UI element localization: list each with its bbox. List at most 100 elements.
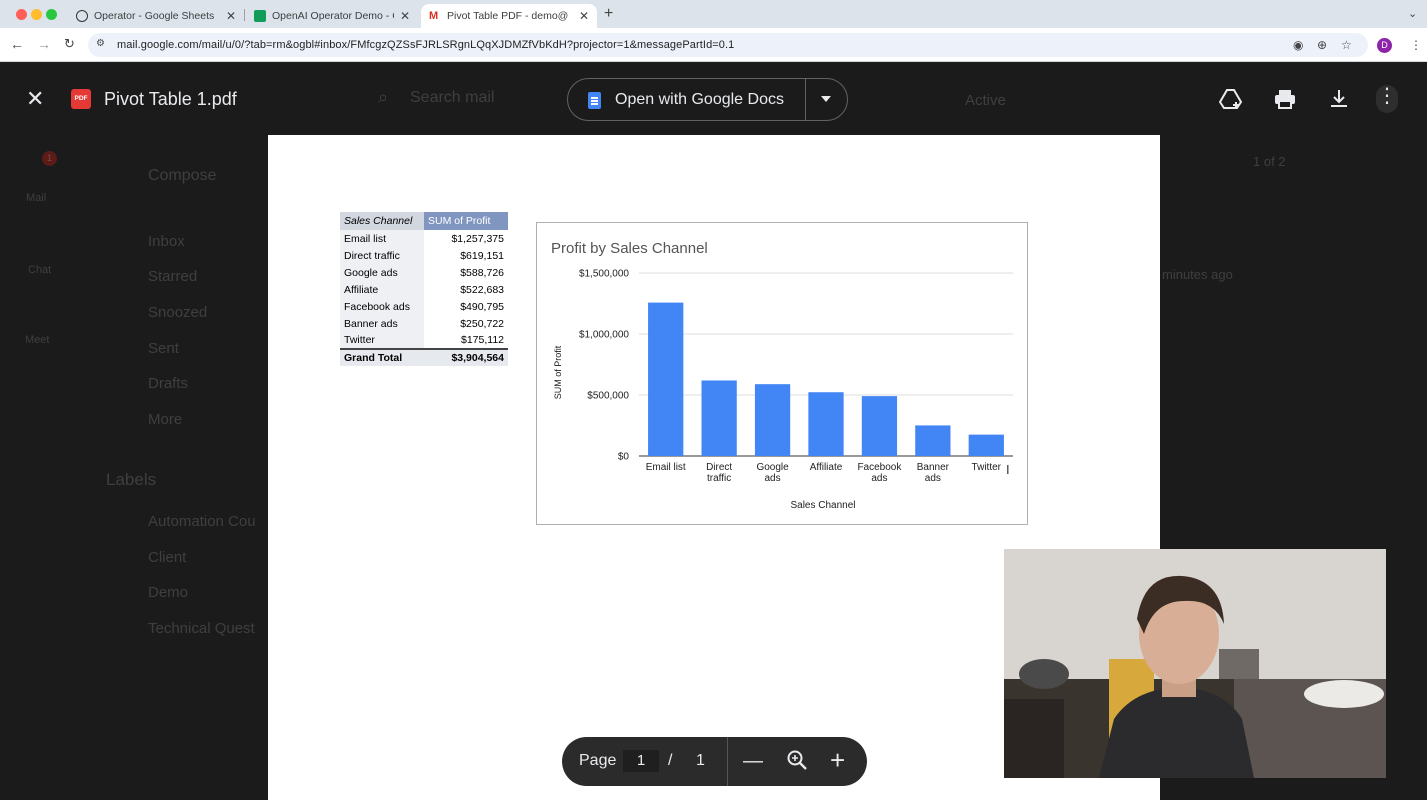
y-tick-label: $500,000 [587,391,629,402]
reload-icon[interactable]: ↻ [64,36,75,52]
url-text[interactable]: mail.google.com/mail/u/0/?tab=rm&ogbl#in… [117,39,734,51]
back-icon[interactable]: ← [10,36,24,52]
browser-tab-sheets[interactable]: OpenAI Operator Demo - Go ✕ [246,4,418,28]
forward-icon[interactable]: → [37,36,51,52]
chevron-down-icon[interactable] [821,96,831,102]
pivot-total-row: Grand Total $3,904,564 [340,349,508,366]
y-tick-label: $1,000,000 [579,330,629,341]
x-axis-label: Sales Channel [790,500,855,511]
close-viewer-icon[interactable]: ✕ [26,87,44,111]
x-tick-label: traffic [707,473,731,484]
rail-meet: Meet [25,334,50,346]
x-tick-label: Affiliate [810,462,843,473]
search-placeholder: Search mail [410,89,495,106]
x-tick-label: ads [765,473,781,484]
compose-label: Compose [148,167,217,184]
chart-bar [915,425,951,456]
x-tick-label: ads [925,473,941,484]
maximize-window-button[interactable] [46,9,57,20]
close-tab-icon[interactable]: ✕ [400,9,410,23]
label-item: Technical Quest [148,620,255,637]
gmail-icon: M [429,10,439,22]
y-tick-label: $0 [618,452,630,463]
eye-icon[interactable]: ◉ [1293,38,1303,52]
pivot-header-channel: Sales Channel [340,212,424,230]
chart-bar [861,396,898,456]
presenter-image [1004,549,1386,778]
x-tick-label: Direct [706,462,732,473]
bookmark-star-icon[interactable]: ☆ [1341,38,1352,52]
browser-tab-strip: Operator - Google Sheets as ✕ OpenAI Ope… [0,0,1427,28]
table-row: Direct traffic $619,151 [340,247,508,264]
table-row: Twitter $175,112 [340,332,508,349]
browser-tab-pivot-pdf[interactable]: M Pivot Table PDF - demo@ben ✕ [421,4,597,28]
profile-avatar[interactable]: D [1377,38,1392,53]
browser-tab-operator[interactable]: Operator - Google Sheets as ✕ [68,4,244,28]
x-tick-label: Email list [646,462,686,473]
add-to-drive-icon[interactable] [1218,88,1243,115]
status-text: Active [965,92,1006,109]
pdf-icon: PDF [71,89,91,109]
site-settings-icon[interactable]: ⚙ [96,38,105,49]
pivot-header-profit: SUM of Profit [424,212,508,230]
close-tab-icon[interactable]: ✕ [579,9,589,23]
zoom-icon[interactable]: ⊕ [1317,38,1327,52]
nav-drafts: Drafts [148,375,189,392]
x-tick-label: Twitter [972,462,1002,473]
total-pages: 1 [696,752,705,769]
x-tick-label: Google [756,462,789,473]
open-with-label: Open with Google Docs [615,91,784,108]
label-item: Automation Cou [148,513,256,530]
close-window-button[interactable] [16,9,27,20]
zoom-in-icon[interactable]: + [830,746,845,774]
pivot-table: Sales Channel SUM of Profit Email list $1… [340,212,508,366]
chart-bar [968,434,1004,456]
chart-title: Profit by Sales Channel [551,240,708,257]
chart-svg: Profit by Sales Channel $0 $500,000 $1,000,… [551,240,1013,511]
table-row: Email list $1,257,375 [340,230,508,247]
google-docs-icon [588,92,601,109]
table-row: Google ads $588,726 [340,264,508,281]
table-row: Facebook ads $490,795 [340,298,508,315]
nav-starred: Starred [148,268,198,285]
nav-more: More [148,411,183,428]
chart-bar [754,384,791,456]
tab-search-icon[interactable]: ⌄ [1408,7,1417,20]
y-tick-label: $1,500,000 [579,269,629,280]
time-text: minutes ago [1162,267,1233,282]
zoom-out-icon[interactable]: — [743,750,763,772]
openai-icon [76,10,88,22]
rail-mail: Mail [26,192,47,204]
print-icon[interactable] [1273,88,1297,115]
nav-snoozed: Snoozed [148,304,208,321]
chart-bar [701,380,737,456]
label-item: Client [148,549,187,566]
table-row: Affiliate $522,683 [340,281,508,298]
x-tick-label: ads [871,473,887,484]
table-row: Banner ads $250,722 [340,315,508,332]
y-axis-label: SUM of Profit [553,345,563,399]
open-with-google-docs-button[interactable]: Open with Google Docs [567,78,848,121]
chart-bar [648,302,684,456]
new-tab-icon[interactable]: + [604,5,613,23]
labels-header: Labels [106,470,157,489]
rail-chat: Chat [28,264,52,276]
zoom-reset-icon[interactable] [786,749,808,776]
page-label: Page [579,752,617,769]
page-number-input[interactable]: 1 [623,750,659,772]
page-separator: / [668,752,673,769]
nav-inbox: Inbox [148,233,185,250]
download-icon[interactable] [1327,88,1351,115]
webcam-video [1004,549,1386,778]
close-tab-icon[interactable]: ✕ [226,9,236,23]
profit-chart: Profit by Sales Channel $0 $500,000 $1,000,… [536,222,1028,525]
sheets-icon [254,10,266,22]
browser-toolbar: ← → ↻ ⚙ mail.google.com/mail/u/0/?tab=rm… [0,28,1427,62]
browser-menu-icon[interactable]: ⋮ [1410,38,1422,52]
page-controls: Page 1 / 1 — + [562,737,867,786]
pagination-text: 1 of 2 [1253,154,1286,169]
x-tick-label: Facebook [857,462,902,473]
minimize-window-button[interactable] [31,9,42,20]
label-item: Demo [148,584,189,601]
more-options-icon[interactable]: ⋮ [1376,85,1398,113]
